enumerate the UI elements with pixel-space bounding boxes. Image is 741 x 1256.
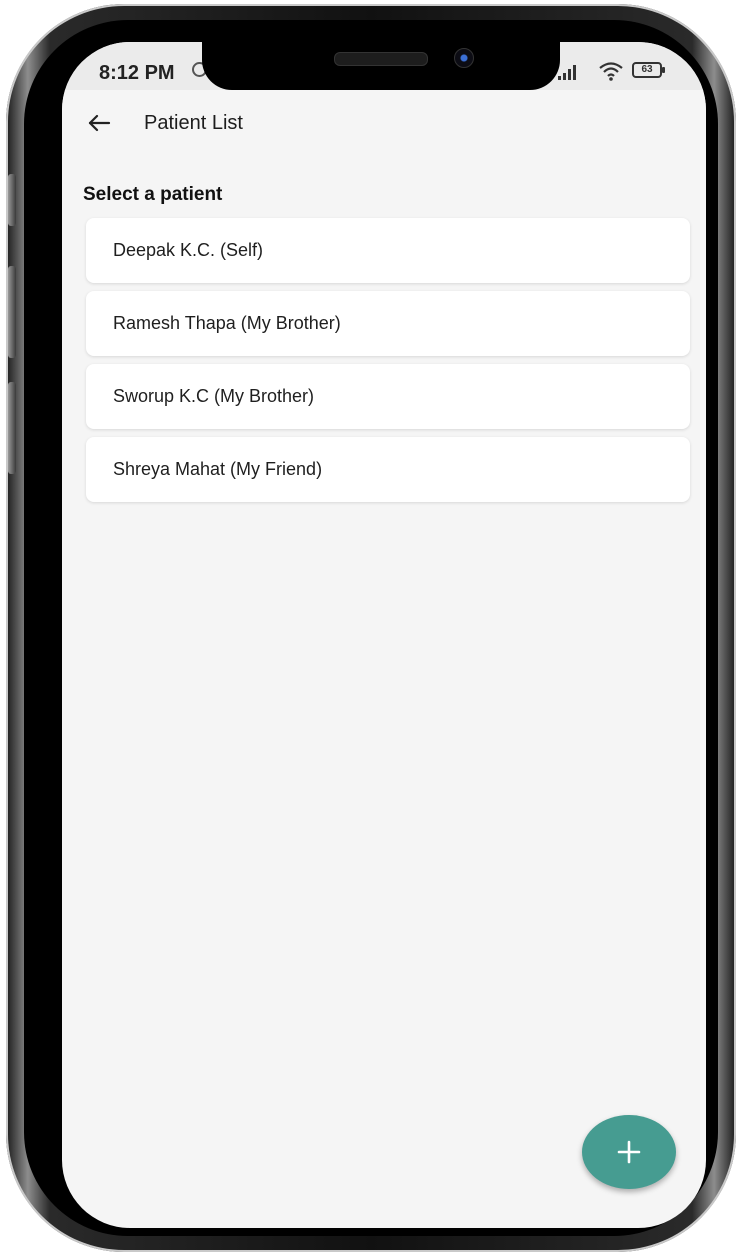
status-time: 8:12 PM [99,62,175,84]
wifi-icon [599,62,623,81]
section-heading: Select a patient [83,184,223,205]
app-screen: 8:12 PM 63 Patient List Select a patient… [62,42,706,1228]
signal-icon [558,65,576,80]
patient-item-shreya[interactable]: Shreya Mahat (My Friend) [86,437,690,502]
patient-list: Deepak K.C. (Self) Ramesh Thapa (My Brot… [86,218,690,510]
back-arrow-icon[interactable] [84,108,114,138]
patient-item-sworup[interactable]: Sworup K.C (My Brother) [86,364,690,429]
phone-frame: 8:12 PM 63 Patient List Select a patient… [6,4,736,1252]
app-bar: Patient List [62,90,706,154]
battery-icon: 63 [632,62,665,78]
plus-icon [617,1140,641,1164]
phone-notch [202,42,560,90]
front-camera [454,48,474,68]
phone-volume-up [8,266,16,358]
speaker-grille [334,52,428,66]
patient-item-deepak[interactable]: Deepak K.C. (Self) [86,218,690,283]
page-title: Patient List [144,112,243,134]
phone-volume-down [8,382,16,474]
patient-item-ramesh[interactable]: Ramesh Thapa (My Brother) [86,291,690,356]
phone-side-button [8,174,16,226]
add-patient-button[interactable] [582,1115,676,1189]
